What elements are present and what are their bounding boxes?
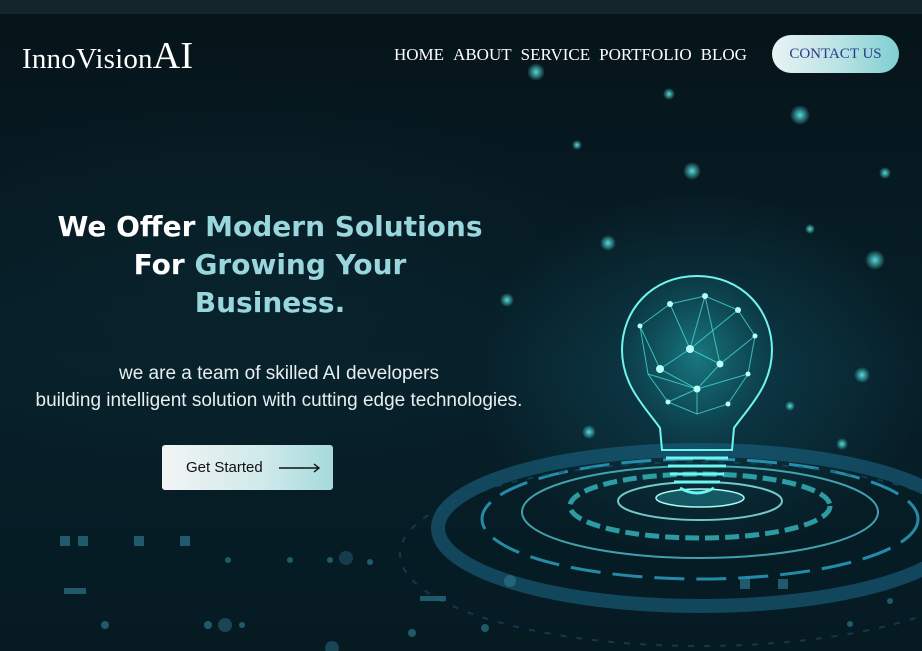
circuit-pattern [60, 536, 893, 651]
nav-home[interactable]: HOME [394, 45, 444, 65]
subtitle-line-2: building intelligent solution with cutti… [35, 390, 523, 411]
nav-about[interactable]: ABOUT [453, 45, 512, 65]
brand-suffix: AI [152, 35, 194, 77]
headline-highlight: Modern Solutions [205, 210, 483, 243]
nav-service[interactable]: SERVICE [521, 45, 590, 65]
hero-section: InnoVisionAI HOME ABOUT SERVICE PORTFOLI… [0, 14, 922, 651]
headline-text: We Offer [57, 210, 206, 243]
get-started-button[interactable]: Get Started [162, 445, 333, 490]
long-right-arrow-icon [278, 462, 320, 473]
particle-dots [500, 63, 891, 450]
subtitle-line-1: we are a team of skilled AI developers [118, 363, 439, 384]
top-strip [0, 0, 922, 14]
headline-highlight: Growing Your [194, 248, 407, 281]
brand-logo[interactable]: InnoVisionAI [22, 34, 193, 78]
get-started-label: Get Started [186, 459, 263, 476]
contact-us-button[interactable]: CONTACT US [772, 35, 899, 73]
nav-portfolio[interactable]: PORTFOLIO [599, 45, 692, 65]
nav-blog[interactable]: BLOG [701, 45, 747, 65]
lightbulb-icon [620, 274, 774, 495]
main-nav: HOME ABOUT SERVICE PORTFOLIO BLOG [394, 45, 747, 65]
tech-platform-rings [399, 443, 922, 647]
hero-subtitle: we are a team of skilled AI developers b… [0, 360, 558, 414]
ai-lightbulb-illustration [60, 63, 922, 651]
brand-name: InnoVision [22, 43, 153, 75]
hero-headline: We Offer Modern Solutions For Growing Yo… [20, 208, 520, 322]
headline-highlight: Business. [194, 286, 346, 319]
headline-text: For [133, 248, 195, 281]
